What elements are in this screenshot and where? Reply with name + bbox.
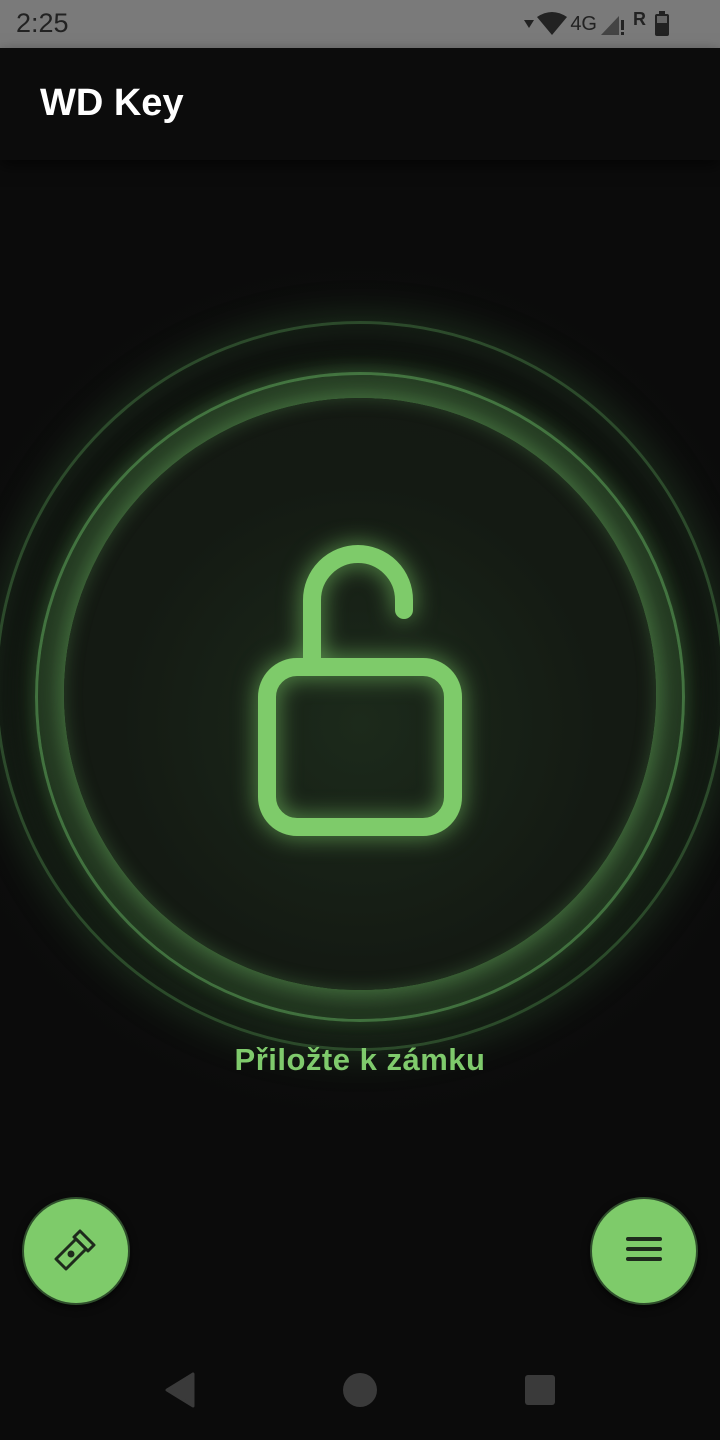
lock-open-icon [240,540,480,850]
battery-icon [654,11,670,37]
flashlight-icon [52,1225,100,1278]
network-type-label: 4G [570,12,597,35]
back-button[interactable] [160,1372,200,1412]
menu-icon [624,1234,664,1269]
roaming-label: R [633,8,646,29]
recents-icon [524,1374,556,1411]
navigation-bar [0,1344,720,1440]
menu-button[interactable] [590,1197,698,1305]
home-button[interactable] [340,1372,380,1412]
status-bar: 2:25 4G R [0,0,720,48]
flashlight-button[interactable] [22,1197,130,1305]
app-screen: 2:25 4G R WD Key Přiložte k zámku [0,0,720,1440]
signal-icon [599,12,625,36]
app-title: WD Key [40,82,184,124]
back-icon [163,1372,197,1413]
lock-status-text: Přiložte k zámku [234,1042,486,1077]
download-indicator-icon [523,19,535,29]
recents-button[interactable] [520,1372,560,1412]
home-icon [342,1372,378,1413]
status-time: 2:25 [16,8,69,38]
status-icons: 4G R [523,9,670,39]
wifi-icon [537,12,568,36]
app-bar: WD Key [0,48,720,160]
